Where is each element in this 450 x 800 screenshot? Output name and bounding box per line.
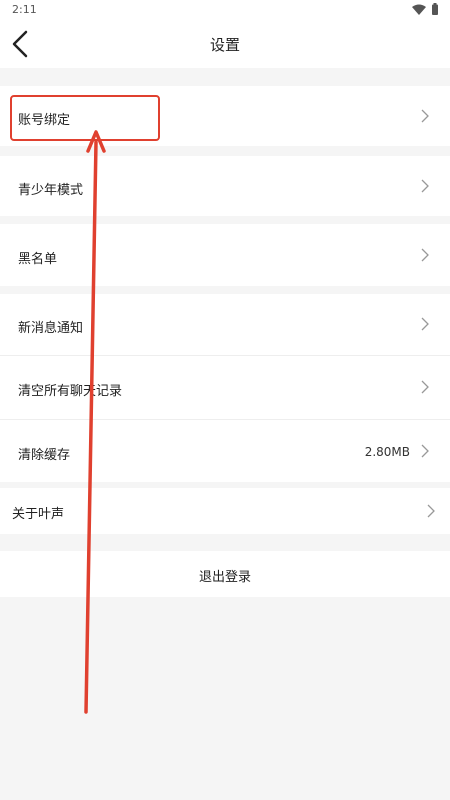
chevron-right-icon [427,504,435,518]
wifi-icon [412,4,426,15]
setting-label: 账号绑定 [18,113,71,128]
setting-row-teen-mode[interactable]: 青少年模式 [0,156,450,216]
logout-button[interactable]: 退出登录 [0,551,450,597]
chevron-right-icon [421,444,429,458]
setting-row-notifications[interactable]: 新消息通知 [0,294,450,355]
status-bar: 2:11 [0,0,450,20]
chevron-right-icon [421,317,429,331]
logout-label: 退出登录 [198,570,251,585]
setting-row-clear-chat[interactable]: 清空所有聊天记录 [0,356,450,419]
setting-label: 清除缓存 [18,448,71,463]
setting-label: 清空所有聊天记录 [18,384,123,399]
chevron-right-icon [421,248,429,262]
setting-label: 关于叶声 [12,507,65,522]
setting-label: 新消息通知 [18,321,84,336]
cache-size-value: 2.80MB [364,445,410,459]
settings-screen: 2:11 设置 账号绑定 青少年模式 黑名单 新消息通知 清空所有聊天记录 清除… [0,0,450,800]
chevron-right-icon [421,380,429,394]
setting-label: 黑名单 [18,252,58,267]
setting-label: 青少年模式 [18,183,84,198]
setting-row-clear-cache[interactable]: 清除缓存 2.80MB [0,420,450,482]
chevron-right-icon [421,179,429,193]
setting-row-blacklist[interactable]: 黑名单 [0,224,450,286]
page-title: 设置 [209,36,240,54]
setting-row-about[interactable]: 关于叶声 [0,488,450,534]
chevron-right-icon [421,109,429,123]
header: 设置 [0,20,450,68]
setting-row-account-binding[interactable]: 账号绑定 [0,86,450,146]
status-time: 2:11 [12,3,37,16]
battery-icon [432,3,438,15]
